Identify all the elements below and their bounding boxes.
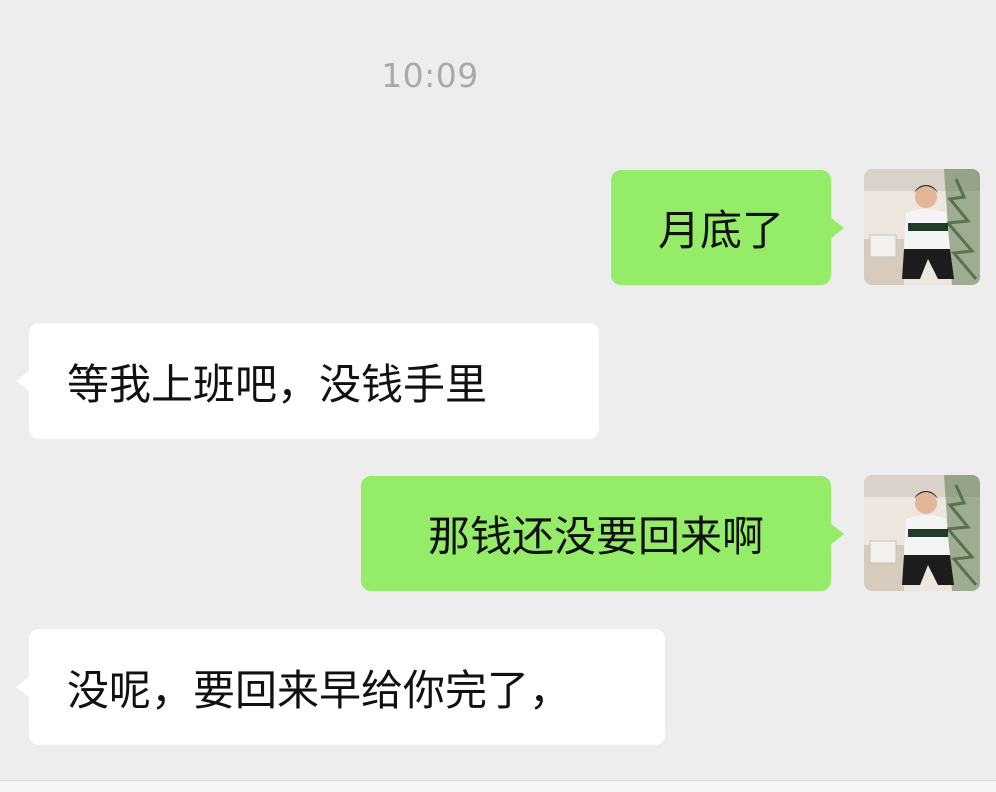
avatar-photo-icon xyxy=(864,169,980,285)
incoming-message-bubble[interactable]: 没呢，要回来早给你完了， xyxy=(16,629,665,745)
avatar-photo-icon xyxy=(864,475,980,591)
message-text: 等我上班吧，没钱手里 xyxy=(67,359,488,409)
user-avatar-icon[interactable] xyxy=(864,475,980,591)
outgoing-message-bubble[interactable]: 那钱还没要回来啊 xyxy=(361,476,844,591)
outgoing-message-bubble[interactable]: 月底了 xyxy=(611,170,844,285)
chat-window: 10:09 月底了 等我上班吧，没钱手里 那钱还没要回来啊 没呢，要回来早给你完… xyxy=(0,0,996,792)
message-text: 没呢，要回来早给你完了， xyxy=(67,665,572,715)
user-avatar-icon[interactable] xyxy=(864,169,980,285)
incoming-message-bubble[interactable]: 等我上班吧，没钱手里 xyxy=(16,323,599,439)
input-bar-divider xyxy=(0,780,996,792)
message-timestamp: 10:09 xyxy=(381,56,479,95)
message-text: 那钱还没要回来啊 xyxy=(427,512,764,561)
message-text: 月底了 xyxy=(657,206,784,255)
